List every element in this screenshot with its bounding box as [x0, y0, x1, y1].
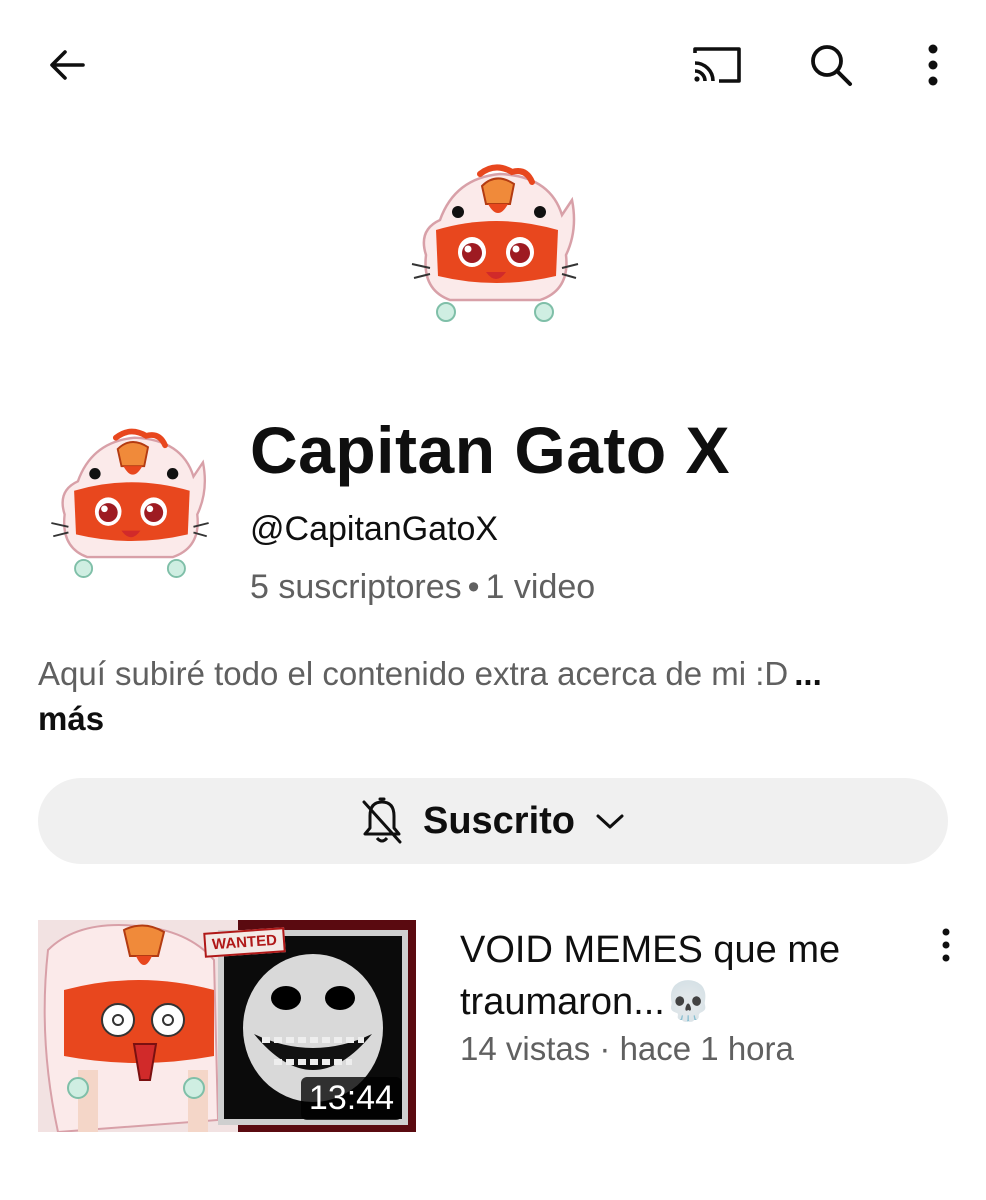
more-vertical-icon — [942, 928, 950, 962]
top-app-bar — [0, 0, 986, 130]
arrow-left-icon — [50, 50, 85, 80]
video-list-item[interactable]: WANTED 13:44 VOID MEMES que me traumaron… — [38, 920, 968, 1140]
channel-name: Capitan Gato X — [250, 413, 731, 487]
channel-banner — [400, 160, 590, 330]
search-icon — [811, 45, 852, 86]
video-meta-separator: · — [599, 1030, 611, 1067]
description-ellipsis: ... — [794, 655, 822, 692]
channel-handle: @CapitanGatoX — [250, 510, 499, 548]
cat-mascot-avatar — [51, 428, 209, 578]
cast-button[interactable] — [682, 30, 752, 100]
back-button[interactable] — [32, 30, 102, 100]
subscribed-button[interactable]: Suscrito — [38, 778, 948, 864]
channel-avatar[interactable] — [40, 420, 220, 590]
search-button[interactable] — [796, 30, 866, 100]
video-age: hace 1 hora — [619, 1030, 794, 1067]
description-more-link[interactable]: más — [38, 700, 104, 738]
cast-icon — [693, 47, 741, 83]
subscriber-count: 5 suscriptores — [250, 568, 462, 606]
video-views: 14 vistas — [460, 1030, 591, 1067]
cat-mascot-image — [411, 164, 579, 322]
bell-off-icon — [362, 797, 402, 844]
video-title[interactable]: VOID MEMES que me traumaron...💀 — [460, 924, 920, 1028]
channel-description[interactable]: Aquí subiré todo el contenido extra acer… — [38, 650, 938, 698]
video-more-button[interactable] — [926, 920, 966, 970]
stats-separator: • — [467, 568, 480, 606]
video-thumbnail[interactable]: WANTED 13:44 — [38, 920, 416, 1132]
subscribed-label: Suscrito — [422, 799, 576, 842]
more-vertical-icon — [928, 44, 938, 86]
description-text: Aquí subiré todo el contenido extra acer… — [38, 655, 789, 692]
chevron-down-icon — [596, 814, 624, 829]
video-count: 1 video — [485, 568, 596, 606]
channel-stats: 5 suscriptores • 1 video — [250, 568, 595, 607]
video-meta: 14 vistas · hace 1 hora — [460, 1030, 794, 1068]
video-duration: 13:44 — [300, 1077, 402, 1120]
more-options-button[interactable] — [898, 30, 968, 100]
